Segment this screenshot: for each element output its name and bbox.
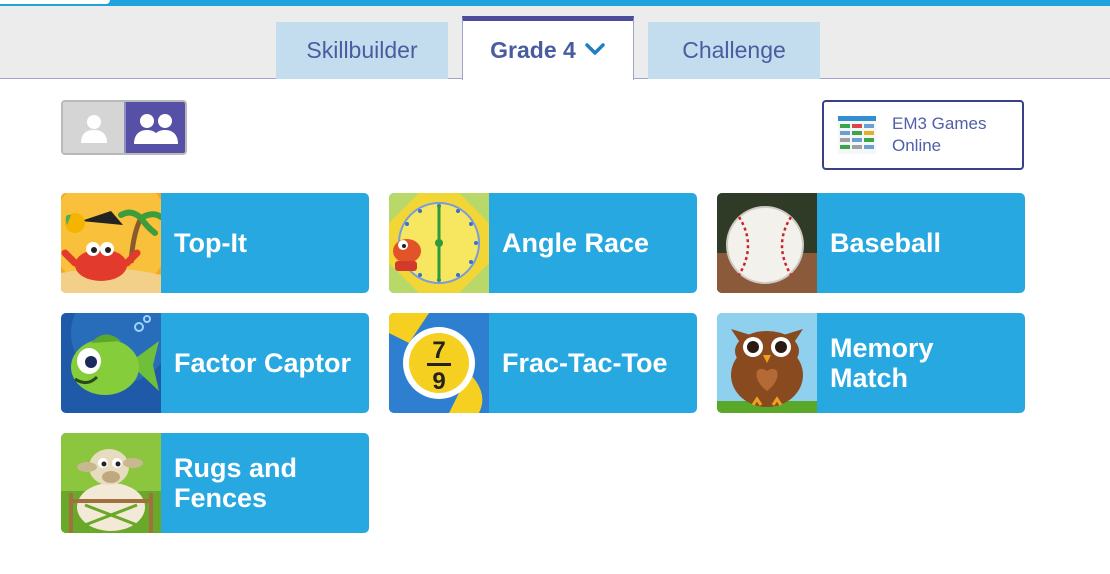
baseball-thumbnail-icon (717, 193, 817, 293)
game-card-rugs-and-fences[interactable]: Rugs and Fences (61, 433, 369, 533)
svg-text:7: 7 (432, 337, 445, 364)
top-bar-notch (0, 0, 110, 4)
owl-thumbnail-icon (717, 313, 817, 413)
game-card-memory-match[interactable]: Memory Match (717, 313, 1025, 413)
em3-games-thumbnail-icon (838, 116, 876, 154)
game-card-label: Angle Race (502, 228, 650, 258)
em3-games-online-link[interactable]: EM3 Games Online (822, 100, 1024, 170)
sheep-thumbnail-icon (61, 433, 161, 533)
fraction-seven-ninths-thumbnail-icon: 7 9 (389, 313, 489, 413)
fish-thumbnail-icon (61, 313, 161, 413)
em3-link-line1: EM3 Games (892, 114, 987, 133)
game-card-label: Rugs and Fences (174, 453, 298, 513)
game-card-label: Factor Captor (174, 348, 352, 378)
game-card-angle-race[interactable]: Angle Race (389, 193, 697, 293)
game-card-label: Top-It (174, 228, 247, 258)
player-mode-toggle (61, 100, 187, 155)
two-users-icon (133, 113, 178, 144)
tab-grade[interactable]: Grade 4 (462, 16, 634, 80)
svg-text:9: 9 (432, 368, 445, 395)
tab-grade-label: Grade 4 (490, 37, 576, 63)
chevron-down-icon (585, 42, 605, 55)
single-user-icon (80, 114, 107, 143)
crab-pirate-thumbnail-icon (61, 193, 161, 293)
single-player-button[interactable] (63, 102, 124, 153)
em3-link-label: EM3 Games Online (892, 113, 1012, 157)
game-card-top-it[interactable]: Top-It (61, 193, 369, 293)
tab-challenge-label: Challenge (682, 37, 786, 63)
game-card-baseball[interactable]: Baseball (717, 193, 1025, 293)
tab-challenge[interactable]: Challenge (648, 22, 820, 79)
game-card-label: Frac-Tac-Toe (502, 348, 668, 378)
tab-skillbuilder[interactable]: Skillbuilder (276, 22, 448, 79)
em3-link-line2: Online (892, 136, 942, 155)
game-card-factor-captor[interactable]: Factor Captor (61, 313, 369, 413)
game-card-frac-tac-toe[interactable]: 7 9 Frac-Tac-Toe (389, 313, 697, 413)
multi-player-button[interactable] (124, 102, 185, 153)
game-card-label: Baseball (830, 228, 942, 258)
protractor-dial-thumbnail-icon (389, 193, 489, 293)
tab-strip: Skillbuilder Grade 4 Challenge (0, 6, 1110, 80)
game-card-label: Memory Match (830, 333, 934, 393)
tab-skillbuilder-label: Skillbuilder (306, 37, 418, 63)
